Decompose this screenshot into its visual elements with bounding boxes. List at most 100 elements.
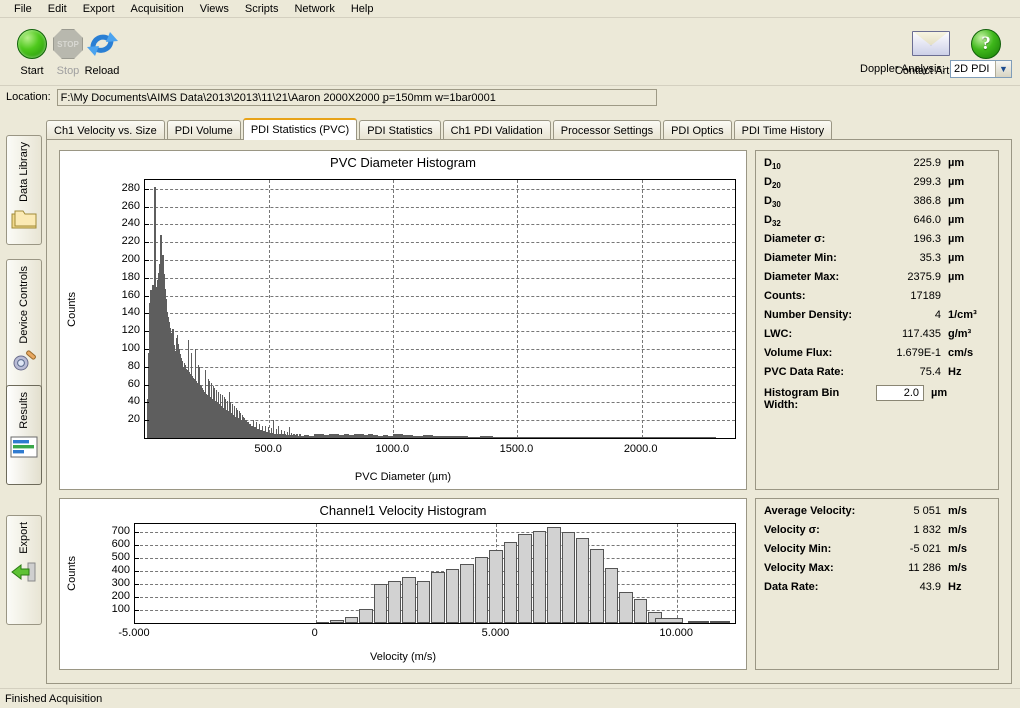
menu-item-network[interactable]: Network [286,1,342,17]
pvc-y-axis-label: Counts [66,292,78,327]
stat-row: Diameter σ:196.3µm [764,233,990,252]
x-tick-label: 2000.0 [624,443,658,455]
sidebar-item-data-library[interactable]: Data Library [6,135,42,245]
stat-row: Velocity Min:-5 021m/s [764,543,990,562]
menu-item-export[interactable]: Export [75,1,123,17]
location-bar: Location: F:\My Documents\AIMS Data\2013… [0,86,1020,108]
y-tick-mark [145,420,149,421]
histogram-bar [489,550,502,623]
stat-value: 299.3 [876,176,948,188]
bar-chart-icon [10,435,38,462]
stat-unit: µm [948,157,990,169]
doppler-analysis-select[interactable]: 2D PDI ▼ [950,60,1012,78]
histogram-bar [691,437,716,438]
y-tick-mark [135,532,139,533]
grid-line-horizontal [145,331,735,332]
y-tick-label: 100 [122,342,140,354]
histogram-bar [619,592,632,623]
menu-item-scripts[interactable]: Scripts [237,1,287,17]
pvc-y-ticks: 20406080100120140160180200220240260280 [104,179,140,439]
reload-label: Reload [74,65,130,77]
tab-pdi-time-history[interactable]: PDI Time History [734,120,833,140]
grid-line-horizontal [145,367,735,368]
x-tick-label: -5.000 [118,627,149,639]
envelope-icon [893,24,969,64]
histogram-bar [417,581,430,623]
stat-label: Diameter σ: [764,233,876,245]
histogram-bar [475,557,488,623]
velocity-y-ticks: 100200300400500600700 [94,523,130,624]
y-tick-mark [145,349,149,350]
grid-line-horizontal [145,242,735,243]
tab-processor-settings[interactable]: Processor Settings [553,120,661,140]
histogram-bar [605,568,618,623]
sidebar-item-label: Export [18,522,30,554]
stat-label: Diameter Min: [764,252,876,264]
location-input[interactable]: F:\My Documents\AIMS Data\2013\2013\11\2… [57,89,657,106]
sidebar-item-label: Device Controls [18,266,30,344]
menu-item-acquisition[interactable]: Acquisition [123,1,192,17]
y-tick-label: 280 [122,182,140,194]
y-tick-label: 80 [128,360,140,372]
sidebar-item-results[interactable]: Results [6,385,42,485]
velocity-x-axis-label: Velocity (m/s) [60,651,746,663]
histogram-bar [388,581,401,623]
tab-label: PDI Statistics (PVC) [251,124,349,136]
tab-pdi-volume[interactable]: PDI Volume [167,120,241,140]
stat-unit: g/m³ [948,328,990,340]
stat-label: Average Velocity: [764,505,876,517]
x-tick-label: 1000.0 [375,443,409,455]
histogram-bin-width-input[interactable]: 2.0 [876,385,924,401]
grid-line-horizontal [145,260,735,261]
y-tick-mark [135,597,139,598]
tab-label: PDI Time History [742,125,825,137]
histogram-bar [468,437,480,438]
menu-item-file[interactable]: File [6,1,40,17]
pvc-x-ticks: 500.01000.01500.02000.0 [144,443,736,459]
grid-line-vertical [316,524,317,623]
y-tick-mark [145,296,149,297]
tab-strip: Ch1 Velocity vs. SizePDI Volume PDI Stati… [46,118,1012,140]
x-tick-label: 10.000 [659,627,693,639]
tab-pdi-optics[interactable]: PDI Optics [663,120,732,140]
grid-line-horizontal [145,402,735,403]
chevron-down-icon[interactable]: ▼ [995,61,1011,77]
stat-unit: µm [931,387,990,399]
menu-item-views[interactable]: Views [192,1,237,17]
stat-unit: µm [948,195,990,207]
stat-label: LWC: [764,328,876,340]
histogram-bar [576,538,589,623]
tab-label: PDI Statistics [367,125,432,137]
x-tick-label: 500.0 [254,443,282,455]
sidebar-item-device-controls[interactable]: Device Controls [6,259,42,391]
stat-value: 386.8 [876,195,948,207]
stat-label: D20 [764,176,876,190]
y-tick-label: 240 [122,217,140,229]
menu-item-help[interactable]: Help [343,1,382,17]
tab-pdi-statistics-pvc[interactable]: PDI Statistics (PVC) [243,118,357,140]
stat-label: PVC Data Rate: [764,366,876,378]
stat-row: Number Density:41/cm³ [764,309,990,328]
menu-bar: FileEditExportAcquisitionViewsScriptsNet… [0,0,1020,18]
menu-item-edit[interactable]: Edit [40,1,75,17]
tab-ch1-velocity-vs-size[interactable]: Ch1 Velocity vs. Size [46,120,165,140]
pvc-plot-area[interactable] [144,179,736,439]
stat-value: 225.9 [876,157,948,169]
sidebar-item-export[interactable]: Export [6,515,42,625]
y-tick-label: 260 [122,200,140,212]
reload-button[interactable]: Reload [74,24,130,77]
grid-line-horizontal [145,385,735,386]
doppler-analysis-control: Doppler Analysis: 2D PDI ▼ [860,60,1012,78]
stat-value: 117.435 [876,328,948,340]
histogram-bar [547,527,560,623]
tab-ch1-pdi-validation[interactable]: Ch1 PDI Validation [443,120,551,140]
velocity-plot-area[interactable] [134,523,736,624]
doppler-analysis-label: Doppler Analysis: [860,63,945,75]
stat-value: 35.3 [876,252,948,264]
content-panel: PVC Diameter Histogram Counts PVC Diamet… [46,139,1012,684]
stat-value: 5 051 [876,505,948,517]
y-tick-label: 40 [128,395,140,407]
reload-icon [74,24,130,64]
tab-pdi-statistics[interactable]: PDI Statistics [359,120,440,140]
y-tick-mark [145,242,149,243]
